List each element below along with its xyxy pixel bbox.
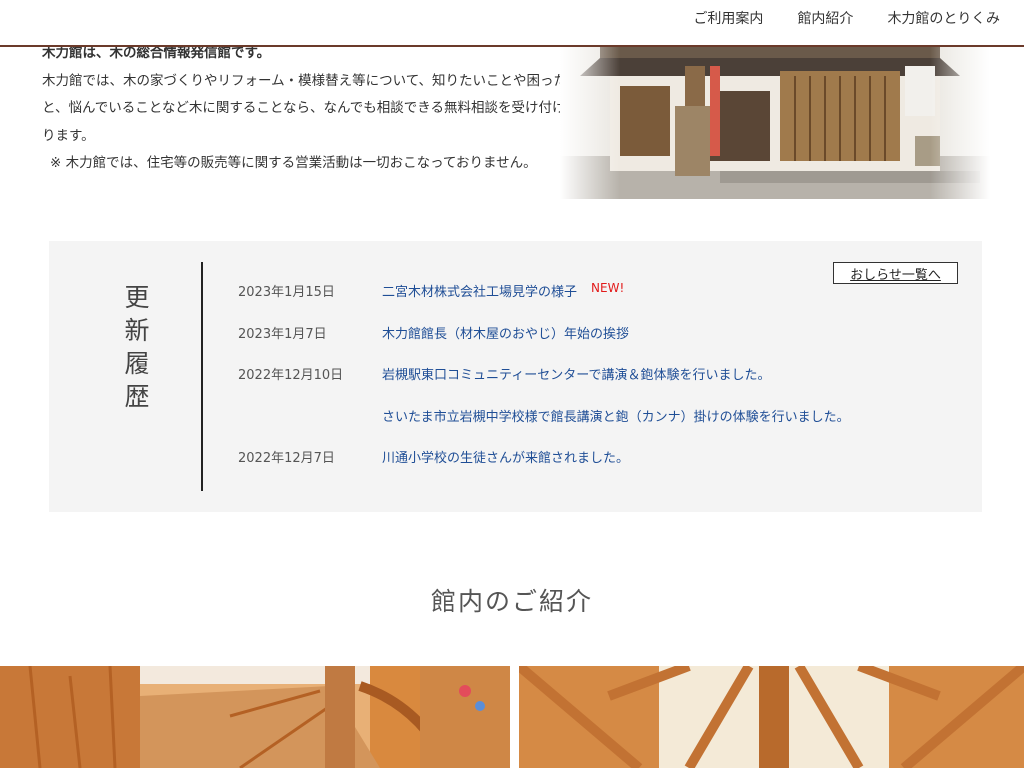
news-divider [201, 262, 203, 491]
news-link[interactable]: 川通小学校の生徒さんが来館されました。 [382, 447, 629, 466]
intro-text: 木力館は、木の総合情報発信館です。 木力館では、木の家づくりやリフォーム・模様替… [42, 40, 602, 178]
news-link[interactable]: 木力館館長（材木屋のおやじ）年始の挨拶 [382, 323, 629, 342]
news-list-button[interactable]: おしらせ一覧へ [833, 262, 958, 284]
news-item: 2023年1月15日 二宮木材株式会社工場見学の様子 NEW! [238, 281, 938, 323]
news-item: 2023年1月7日 木力館館長（材木屋のおやじ）年始の挨拶 [238, 323, 938, 365]
news-item: さいたま市立岩槻中学校様で館長講演と鉋（カンナ）掛けの体験を行いました。 [238, 406, 938, 448]
news-date: 2023年1月15日 [238, 285, 335, 300]
news-item: 2022年12月10日 岩槻駅東口コミュニティーセンターで講演＆鉋体験を行いまし… [238, 364, 938, 406]
global-nav: ご利用案内 館内紹介 木力館のとりくみ [693, 0, 1000, 36]
news-list: 2023年1月15日 二宮木材株式会社工場見学の様子 NEW! 2023年1月7… [238, 281, 938, 489]
news-link[interactable]: 岩槻駅東口コミュニティーセンターで講演＆鉋体験を行いました。 [382, 364, 770, 383]
new-badge: NEW! [591, 281, 625, 295]
nav-initiatives[interactable]: 木力館のとりくみ [887, 8, 1000, 28]
intro-note: ※ 木力館では、住宅等の販売等に関する営業活動は一切おこなっておりません。 [50, 155, 537, 171]
section-title: 館内のご紹介 [430, 587, 593, 616]
nav-guide[interactable]: ご利用案内 [693, 8, 763, 28]
news-panel: 更 新 履 歴 2023年1月15日 二宮木材株式会社工場見学の様子 NEW! … [49, 241, 982, 512]
news-link[interactable]: 二宮木材株式会社工場見学の様子 [382, 281, 577, 300]
building-photo [560, 46, 990, 199]
news-date: 2023年1月7日 [238, 326, 327, 342]
intro-body: 木力館では、木の家づくりやリフォーム・模様替え等について、知りたいことや困ったこ… [42, 72, 593, 144]
nav-facility[interactable]: 館内紹介 [797, 8, 853, 28]
news-date: 2022年12月7日 [238, 451, 335, 466]
interior-photo-ceiling [519, 666, 1024, 768]
news-title: 更 新 履 歴 [124, 283, 150, 411]
site-header: ご利用案内 館内紹介 木力館のとりくみ [0, 0, 1024, 47]
interior-photo-stairs [0, 666, 510, 768]
news-date: 2022年12月10日 [238, 368, 344, 383]
news-link[interactable]: さいたま市立岩槻中学校様で館長講演と鉋（カンナ）掛けの体験を行いました。 [382, 406, 850, 425]
news-item: 2022年12月7日 川通小学校の生徒さんが来館されました。 [238, 447, 938, 489]
